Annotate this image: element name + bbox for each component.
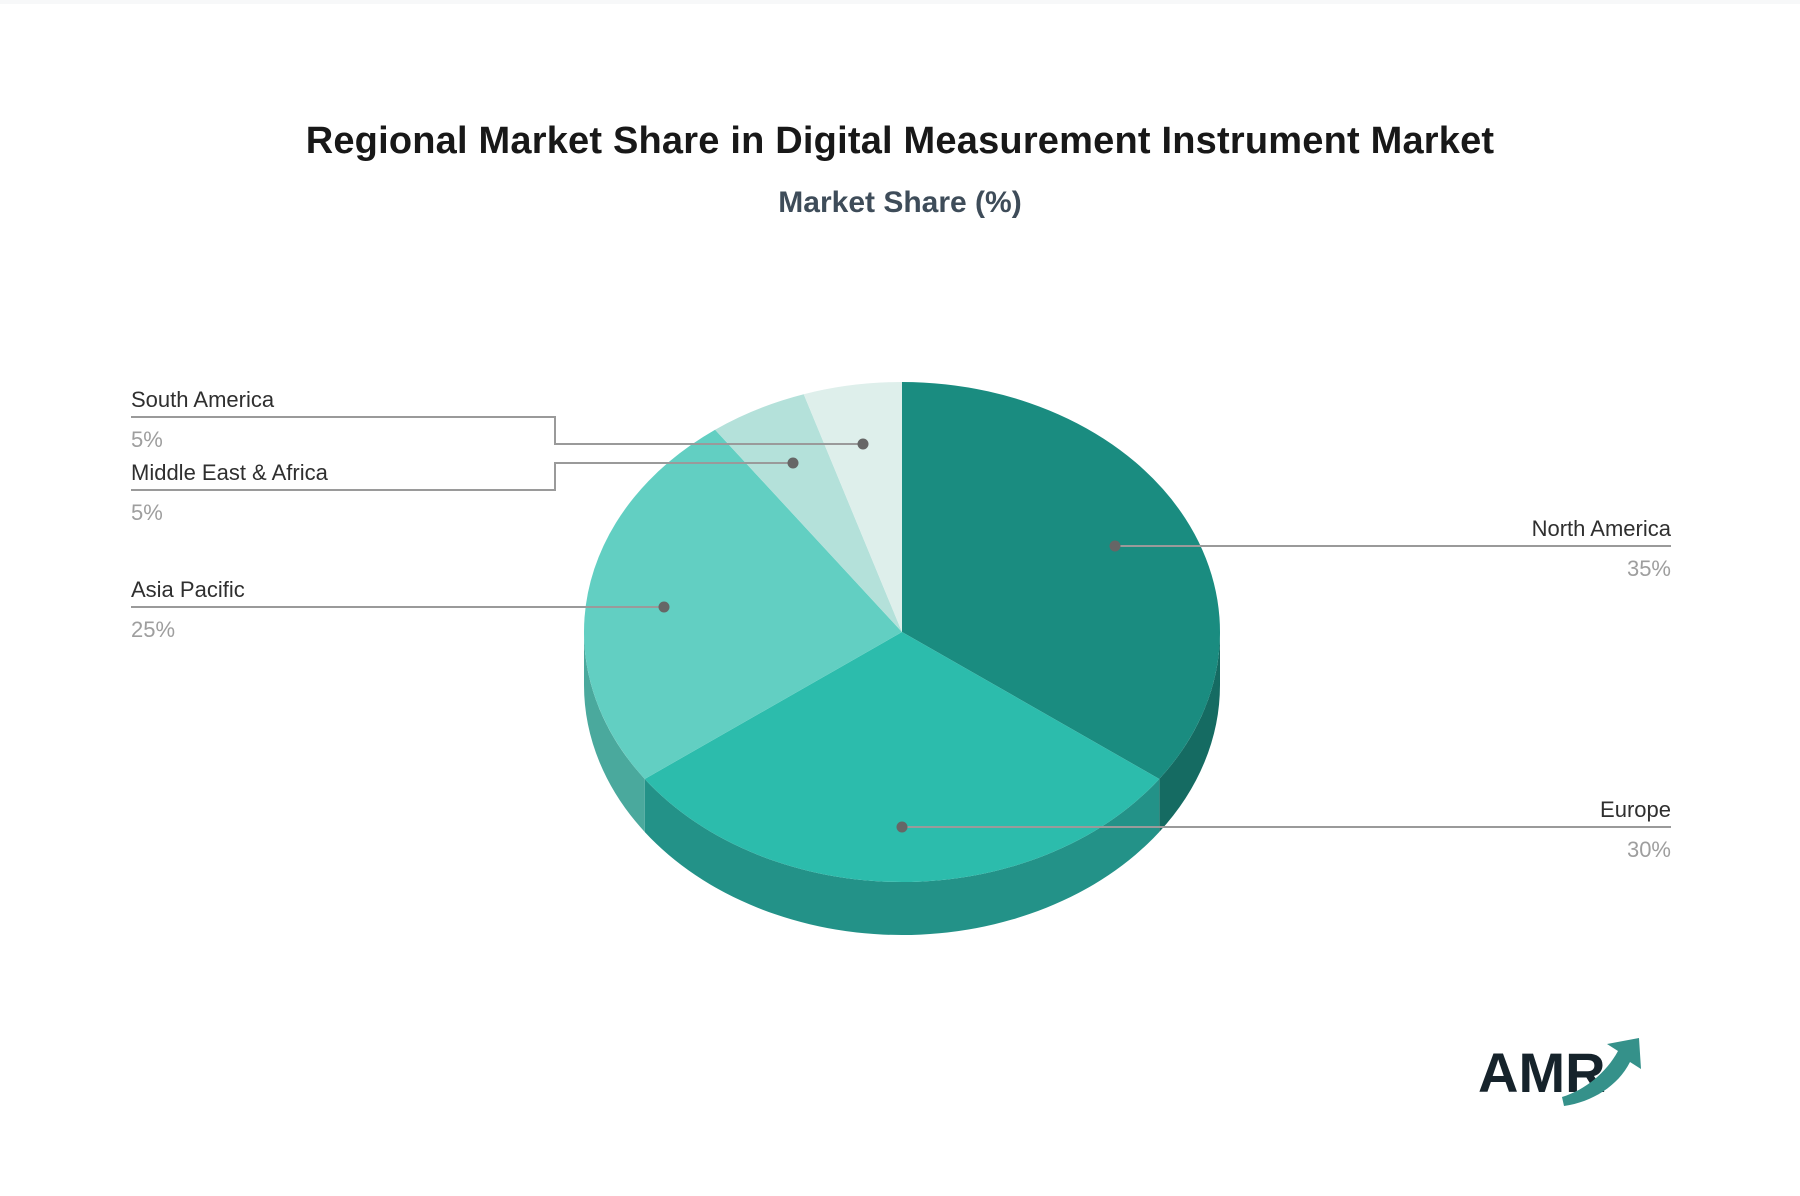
connector-dot-south-america — [857, 438, 869, 450]
pie-chart: North America 35% Europe 30% Asia Pacific 25%… — [131, 382, 1672, 935]
slice-value-north-america: 35% — [1627, 556, 1671, 581]
slice-value-asia-pacific: 25% — [131, 617, 175, 642]
slice-label-north-america: North America — [1532, 516, 1672, 541]
connector-dot-middle-east-africa — [787, 457, 799, 469]
amr-logo: AMR — [1478, 1038, 1641, 1106]
connector-dot-north-america — [1109, 540, 1121, 552]
slice-value-middle-east-africa: 5% — [131, 500, 163, 525]
connector-dot-asia-pacific — [658, 601, 670, 613]
slice-value-europe: 30% — [1627, 837, 1671, 862]
slice-label-asia-pacific: Asia Pacific — [131, 577, 245, 602]
slice-label-south-america: South America — [131, 387, 275, 412]
connector-dot-europe — [896, 821, 908, 833]
slice-label-europe: Europe — [1600, 797, 1671, 822]
slice-value-south-america: 5% — [131, 427, 163, 452]
slice-label-middle-east-africa: Middle East & Africa — [131, 460, 329, 485]
